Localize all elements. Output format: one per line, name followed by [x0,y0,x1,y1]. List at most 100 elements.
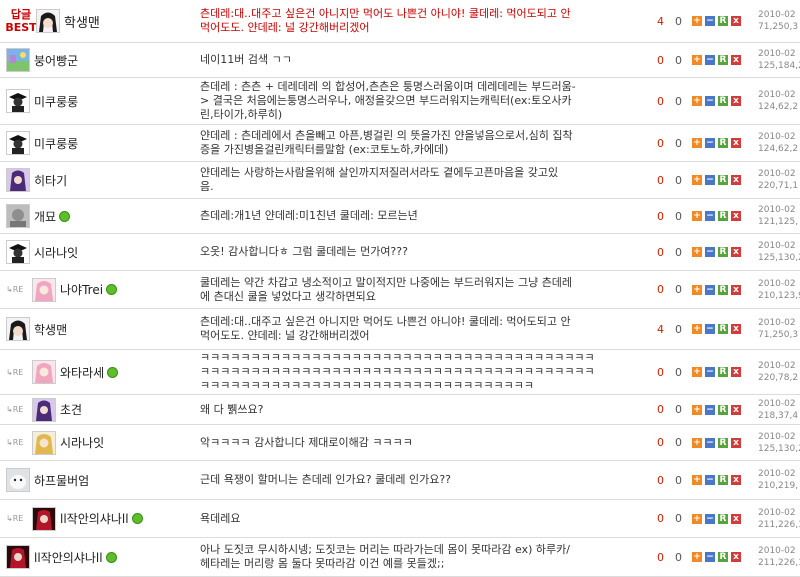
disrecommend-button[interactable]: − [705,247,715,257]
delete-button[interactable]: x [731,96,741,106]
reply-button[interactable]: R [718,138,728,148]
recommend-button[interactable]: + [692,55,702,65]
disrecommend-button[interactable]: − [705,513,715,524]
blonde-hair-icon[interactable] [32,430,56,455]
reply-button[interactable]: R [718,175,728,185]
reply-button[interactable]: R [718,475,728,485]
delete-button[interactable]: x [731,16,741,26]
reply-button[interactable]: R [718,247,728,257]
reply-button[interactable]: R [718,367,728,377]
disrecommend-button[interactable]: − [705,324,715,334]
comment-text-cell: 악ㅋㅋㅋㅋ 감사합니다 제대로이해감 ㅋㅋㅋㅋ [200,425,642,460]
scenery-icon[interactable] [6,48,30,72]
comment-actions: + − Rx [692,271,752,308]
disrecommend-button[interactable]: − [705,475,715,485]
dark-red-icon[interactable] [6,545,30,569]
downvote-count: 0 [675,173,682,187]
disrecommend-button[interactable]: − [705,367,715,377]
author-name[interactable]: 와타라세 [60,364,104,381]
recommend-button[interactable]: + [692,475,702,485]
author-name[interactable]: 미쿠룽룽 [34,135,78,152]
delete-button[interactable]: x [731,284,741,295]
white-seal-icon[interactable] [6,468,30,492]
pink-hair-icon[interactable] [32,277,56,302]
reply-button[interactable]: R [718,284,728,295]
recommend-button[interactable]: + [692,552,702,562]
disrecommend-button[interactable]: − [705,96,715,106]
anime-girl-icon[interactable] [36,9,60,33]
reply-button[interactable]: R [718,55,728,65]
anime-girl-icon[interactable] [6,317,30,341]
pink-hair-icon[interactable] [32,360,56,384]
graduate-icon[interactable] [6,89,30,113]
disrecommend-button[interactable]: − [705,55,715,65]
disrecommend-button[interactable]: − [705,138,715,148]
recommend-button[interactable]: + [692,367,702,377]
comment-row: 히타기 얀데레는 사랑하는사람을위해 살인까지저질러서라도 곁에두고픈마음을 갖고… [0,162,800,199]
author-name[interactable]: 초견 [60,401,82,418]
reply-button[interactable]: R [718,211,728,221]
recommend-button[interactable]: + [692,211,702,221]
reply-button[interactable]: R [718,404,728,415]
recommend-button[interactable]: + [692,284,702,295]
delete-button[interactable]: x [731,138,741,148]
delete-button[interactable]: x [731,513,741,524]
reply-button[interactable]: R [718,324,728,334]
disrecommend-button[interactable]: − [705,175,715,185]
delete-button[interactable]: x [731,247,741,257]
delete-button[interactable]: x [731,475,741,485]
author-name[interactable]: 히타기 [34,172,67,189]
recommend-button[interactable]: + [692,513,702,524]
author-name[interactable]: 학생맨 [34,321,67,338]
delete-button[interactable]: x [731,367,741,377]
reply-button[interactable]: R [718,96,728,106]
recommend-button[interactable]: + [692,404,702,415]
reply-button[interactable]: R [718,513,728,524]
recommend-button[interactable]: + [692,437,702,448]
graduate-icon[interactable] [6,240,30,264]
delete-button[interactable]: x [731,55,741,65]
comment-actions: + − Rx [692,234,752,270]
author-name[interactable]: 하프물버엄 [34,472,89,489]
comment-ip: 71,250,3 [758,22,799,32]
disrecommend-button[interactable]: − [705,437,715,448]
delete-button[interactable]: x [731,324,741,334]
delete-button[interactable]: x [731,437,741,448]
disrecommend-button[interactable]: − [705,284,715,295]
recommend-button[interactable]: + [692,324,702,334]
author-name[interactable]: ll작안의샤나ll [34,549,103,566]
disrecommend-button[interactable]: − [705,16,715,26]
comment-meta: 2010-02 211,226,1 [758,538,800,576]
delete-button[interactable]: x [731,404,741,415]
recommend-button[interactable]: + [692,175,702,185]
author-name[interactable]: 개묘 [34,208,56,225]
purple-hair-icon[interactable] [32,397,56,422]
graduate-icon[interactable] [6,131,30,155]
online-status-icon [131,513,143,524]
reply-button[interactable]: R [718,16,728,26]
purple-hair-icon[interactable] [6,168,30,192]
gray-photo-icon[interactable] [6,204,30,228]
delete-button[interactable]: x [731,211,741,221]
author-name[interactable]: 시라나잇 [60,434,104,451]
delete-button[interactable]: x [731,552,741,562]
disrecommend-button[interactable]: − [705,552,715,562]
author-name[interactable]: 미쿠룽룽 [34,93,78,110]
recommend-button[interactable]: + [692,96,702,106]
author-name[interactable]: 학생맨 [64,12,100,31]
comment-author: 개묘 [6,199,196,233]
author-name[interactable]: ll작안의샤나ll [60,510,129,527]
reply-button[interactable]: R [718,437,728,448]
recommend-button[interactable]: + [692,247,702,257]
disrecommend-button[interactable]: − [705,404,715,415]
author-name[interactable]: 시라나잇 [34,244,78,261]
vote-counts: 00 [648,199,688,233]
disrecommend-button[interactable]: − [705,211,715,221]
recommend-button[interactable]: + [692,16,702,26]
author-name[interactable]: 붕어빵군 [34,52,78,69]
reply-button[interactable]: R [718,552,728,562]
dark-red-icon[interactable] [32,506,56,531]
recommend-button[interactable]: + [692,138,702,148]
delete-button[interactable]: x [731,175,741,185]
author-name[interactable]: 나야Trei [60,281,103,298]
